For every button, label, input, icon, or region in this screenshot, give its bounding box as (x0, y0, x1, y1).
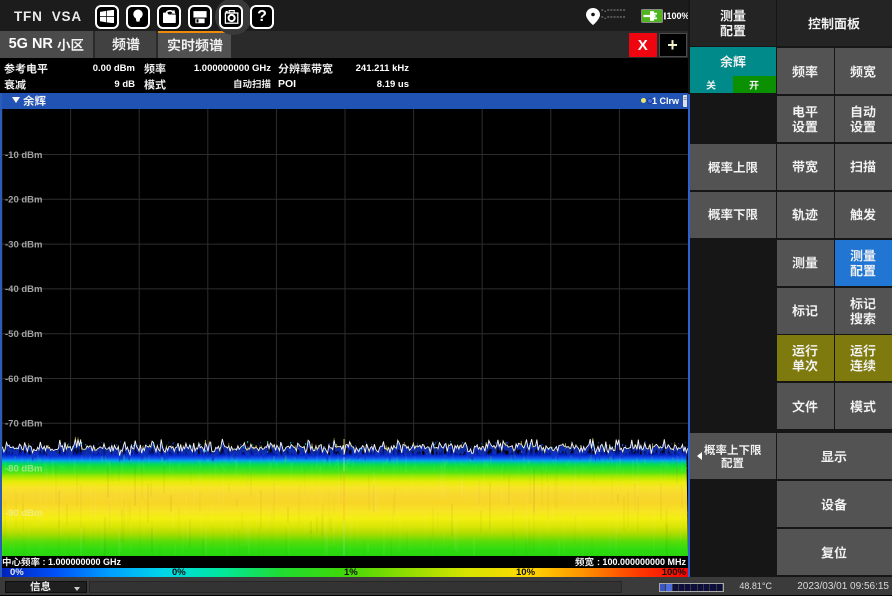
svg-text:-60 dBm: -60 dBm (5, 373, 42, 384)
svg-text:-10 dBm: -10 dBm (5, 149, 42, 160)
svg-text:-30 dBm: -30 dBm (5, 239, 42, 250)
svg-text:-70 dBm: -70 dBm (5, 418, 42, 429)
svg-text:-40 dBm: -40 dBm (5, 284, 42, 295)
svg-text:-20 dBm: -20 dBm (5, 194, 42, 205)
svg-text:-50 dBm: -50 dBm (5, 329, 42, 340)
svg-text:-90 dBm: -90 dBm (5, 508, 42, 519)
svg-text:-80 dBm: -80 dBm (5, 463, 42, 474)
